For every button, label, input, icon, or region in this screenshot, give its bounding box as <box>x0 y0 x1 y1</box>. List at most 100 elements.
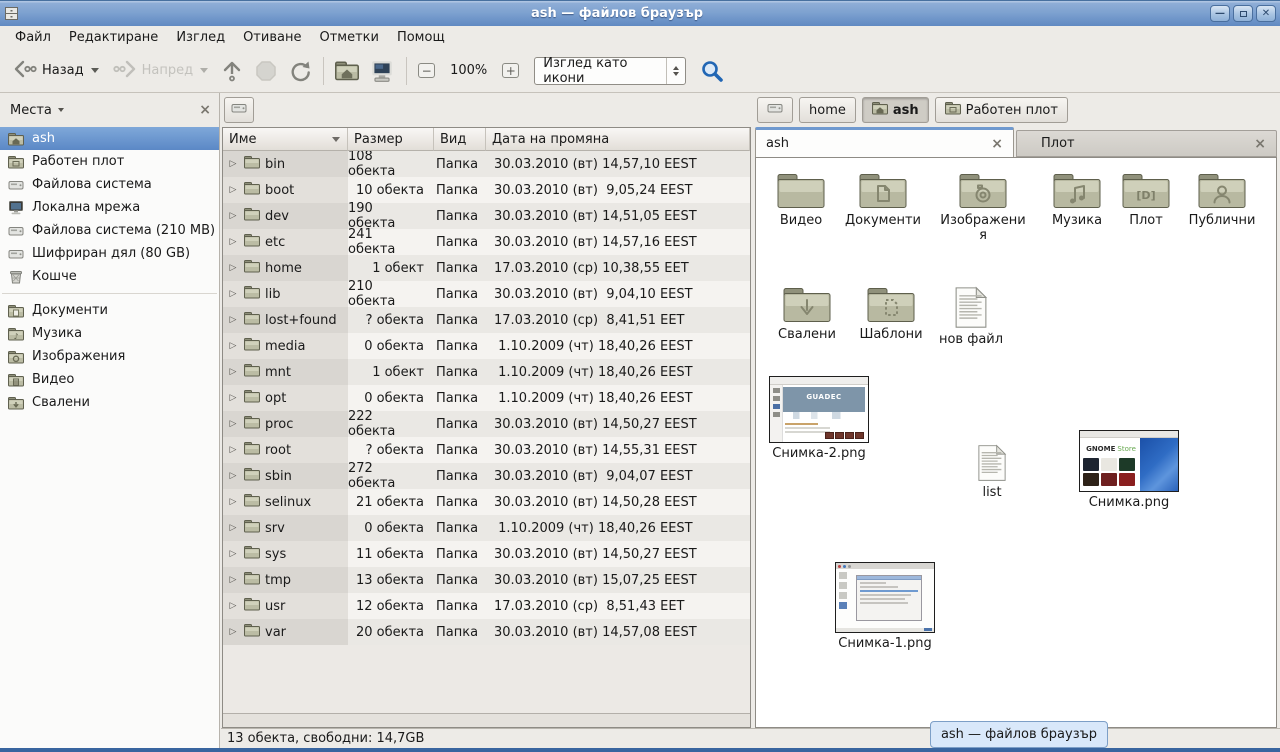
table-row[interactable]: ▷selinux21 обектаПапка30.03.2010 (вт) 14… <box>223 489 750 515</box>
expander-icon[interactable]: ▷ <box>227 471 239 481</box>
sidebar-close-icon[interactable]: × <box>199 103 211 117</box>
back-button[interactable]: Назад <box>6 54 106 88</box>
home-button[interactable] <box>330 54 364 88</box>
table-row[interactable]: ▷usr12 обектаПапка17.03.2010 (ср) 8,51,4… <box>223 593 750 619</box>
menu-item[interactable]: Отметки <box>310 28 387 47</box>
table-row[interactable]: ▷opt0 обектаПапка 1.10.2009 (чт) 18,40,2… <box>223 385 750 411</box>
icon-item[interactable]: Изображения <box>940 172 1026 244</box>
tab-close-icon[interactable]: × <box>991 137 1003 151</box>
table-row[interactable]: ▷sbin272 обектаПапка30.03.2010 (вт) 9,04… <box>223 463 750 489</box>
breadcrumb-button[interactable]: ash <box>862 97 929 123</box>
table-row[interactable]: ▷etc241 обектаПапка30.03.2010 (вт) 14,57… <box>223 229 750 255</box>
reload-button[interactable] <box>283 54 317 88</box>
zoom-out-button[interactable]: − <box>413 54 440 88</box>
icon-item[interactable]: Музика <box>1040 172 1114 228</box>
column-header[interactable]: Вид <box>434 128 486 151</box>
sidebar-item[interactable]: Файлова система (210 MB) <box>0 219 219 242</box>
breadcrumb-button[interactable] <box>757 97 793 123</box>
breadcrumb-root-button[interactable] <box>224 97 254 123</box>
column-header[interactable]: Дата на промяна <box>486 128 750 151</box>
icon-item[interactable]: GUADEC Снимка-2.png <box>768 376 870 461</box>
sidebar-item[interactable]: Локална мрежа <box>0 196 219 219</box>
sidebar-item[interactable]: Работен плот <box>0 150 219 173</box>
expander-icon[interactable]: ▷ <box>227 575 239 585</box>
breadcrumb-button[interactable]: home <box>799 97 856 123</box>
sidebar-item[interactable]: ash <box>0 127 219 150</box>
icon-view[interactable]: ВидеоДокументиИзображенияМузика[D]ПлотПу… <box>755 157 1277 728</box>
menu-item[interactable]: Файл <box>6 28 60 47</box>
table-row[interactable]: ▷lib210 обектаПапка30.03.2010 (вт) 9,04,… <box>223 281 750 307</box>
table-row[interactable]: ▷media0 обектаПапка 1.10.2009 (чт) 18,40… <box>223 333 750 359</box>
expander-icon[interactable]: ▷ <box>227 263 239 273</box>
titlebar[interactable]: ash — файлов браузър — ✕ <box>0 0 1280 26</box>
table-row[interactable]: ▷boot10 обектаПапка30.03.2010 (вт) 9,05,… <box>223 177 750 203</box>
tab[interactable]: Плот× <box>1016 130 1277 157</box>
icon-item[interactable]: Шаблони <box>852 286 930 342</box>
minimize-button[interactable]: — <box>1210 5 1230 22</box>
expander-icon[interactable]: ▷ <box>227 185 239 195</box>
icon-item[interactable]: Публични <box>1178 172 1266 228</box>
table-row[interactable]: ▷proc222 обектаПапка30.03.2010 (вт) 14,5… <box>223 411 750 437</box>
icon-item[interactable]: list <box>962 444 1022 500</box>
tab-close-icon[interactable]: × <box>1254 137 1266 151</box>
expander-icon[interactable]: ▷ <box>227 367 239 377</box>
icon-item[interactable]: Видео <box>770 172 832 228</box>
close-button[interactable]: ✕ <box>1256 5 1276 22</box>
table-row[interactable]: ▷root? обектаПапка30.03.2010 (вт) 14,55,… <box>223 437 750 463</box>
horizontal-scrollbar[interactable] <box>223 713 750 727</box>
expander-icon[interactable]: ▷ <box>227 289 239 299</box>
sidebar-item[interactable]: Документи <box>0 299 219 322</box>
expander-icon[interactable]: ▷ <box>227 341 239 351</box>
expander-icon[interactable]: ▷ <box>227 419 239 429</box>
icon-item[interactable]: нов файл <box>936 286 1006 347</box>
expander-icon[interactable]: ▷ <box>227 393 239 403</box>
column-header[interactable]: Размер <box>348 128 434 151</box>
places-selector[interactable]: Места <box>10 103 199 118</box>
tab[interactable]: ash× <box>755 127 1014 157</box>
icon-item[interactable]: GNOMEStore Снимка.png <box>1072 430 1186 510</box>
table-row[interactable]: ▷var20 обектаПапка30.03.2010 (вт) 14,57,… <box>223 619 750 645</box>
sidebar-item[interactable]: Видео <box>0 368 219 391</box>
expander-icon[interactable]: ▷ <box>227 211 239 221</box>
expander-icon[interactable]: ▷ <box>227 601 239 611</box>
table-row[interactable]: ▷tmp13 обектаПапка30.03.2010 (вт) 15,07,… <box>223 567 750 593</box>
table-row[interactable]: ▷bin108 обектаПапка30.03.2010 (вт) 14,57… <box>223 151 750 177</box>
maximize-button[interactable] <box>1233 5 1253 22</box>
view-mode-select[interactable]: Изглед като икони <box>534 57 686 85</box>
icon-item[interactable]: [D]Плот <box>1118 172 1174 228</box>
sidebar-item[interactable]: Шифриран дял (80 GB) <box>0 242 219 265</box>
sidebar-item[interactable]: Кошче <box>0 265 219 288</box>
expander-icon[interactable]: ▷ <box>227 627 239 637</box>
icon-item[interactable]: Документи <box>836 172 930 228</box>
table-row[interactable]: ▷sys11 обектаПапка30.03.2010 (вт) 14,50,… <box>223 541 750 567</box>
table-row[interactable]: ▷dev190 обектаПапка30.03.2010 (вт) 14,51… <box>223 203 750 229</box>
expander-icon[interactable]: ▷ <box>227 497 239 507</box>
table-row[interactable]: ▷lost+found? обектаПапка17.03.2010 (ср) … <box>223 307 750 333</box>
table-row[interactable]: ▷mnt1 обектПапка 1.10.2009 (чт) 18,40,26… <box>223 359 750 385</box>
sidebar-item[interactable]: Изображения <box>0 345 219 368</box>
column-header[interactable]: Име <box>223 128 348 151</box>
icon-item[interactable]: Снимка-1.png <box>834 562 936 651</box>
menu-item[interactable]: Изглед <box>167 28 234 47</box>
icon-item[interactable]: Свалени <box>772 286 842 342</box>
expander-icon[interactable]: ▷ <box>227 445 239 455</box>
stop-button[interactable] <box>249 54 283 88</box>
menu-item[interactable]: Отиване <box>234 28 310 47</box>
zoom-in-button[interactable]: + <box>497 54 524 88</box>
expander-icon[interactable]: ▷ <box>227 523 239 533</box>
table-row[interactable]: ▷home1 обектПапка17.03.2010 (ср) 10,38,5… <box>223 255 750 281</box>
table-row[interactable]: ▷srv0 обектаПапка 1.10.2009 (чт) 18,40,2… <box>223 515 750 541</box>
expander-icon[interactable]: ▷ <box>227 237 239 247</box>
expander-icon[interactable]: ▷ <box>227 315 239 325</box>
expander-icon[interactable]: ▷ <box>227 159 239 169</box>
menu-item[interactable]: Редактиране <box>60 28 167 47</box>
expander-icon[interactable]: ▷ <box>227 549 239 559</box>
go-up-button[interactable] <box>215 54 249 88</box>
search-button[interactable] <box>694 54 730 88</box>
sidebar-item[interactable]: Свалени <box>0 391 219 414</box>
computer-button[interactable] <box>364 54 400 88</box>
breadcrumb-button[interactable]: Работен плот <box>935 97 1068 123</box>
menu-item[interactable]: Помощ <box>388 28 454 47</box>
sidebar-item[interactable]: Файлова система <box>0 173 219 196</box>
forward-button[interactable]: Напред <box>106 54 215 88</box>
